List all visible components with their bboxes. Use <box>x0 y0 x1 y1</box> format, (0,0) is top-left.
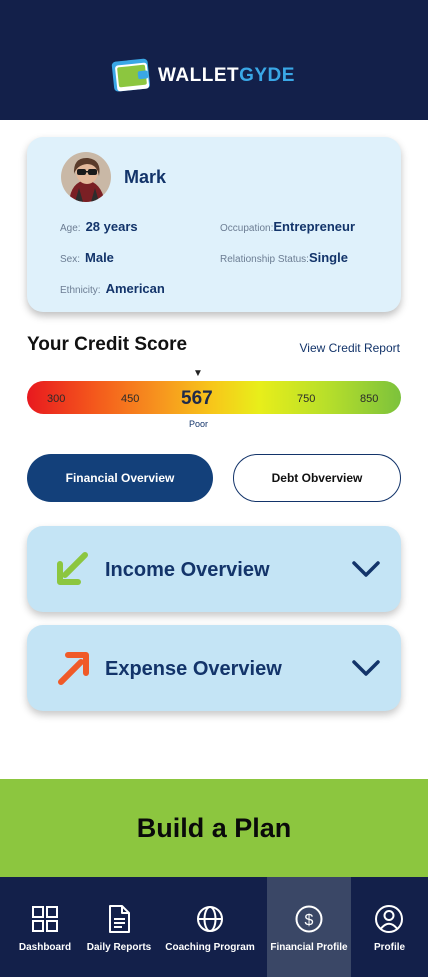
build-plan-button[interactable]: Build a Plan <box>0 779 428 877</box>
ethnicity-field: Ethnicity: American <box>60 281 165 296</box>
document-icon <box>109 905 130 933</box>
income-overview-title: Income Overview <box>105 559 270 581</box>
score-marker-icon: ▼ <box>193 368 203 379</box>
nav-daily-reports[interactable]: Daily Reports <box>80 877 158 977</box>
tick-300: 300 <box>47 393 66 405</box>
ethnicity-value: American <box>105 281 165 296</box>
credit-score-title: Your Credit Score <box>27 334 188 355</box>
logo-text: WALLETGYDE <box>158 65 295 86</box>
wallet-icon <box>111 58 150 92</box>
age-label: Age: <box>60 223 81 234</box>
sex-value: Male <box>85 250 114 265</box>
bottom-nav: Dashboard Daily Reports Coaching Program <box>0 877 428 977</box>
chevron-down-icon[interactable] <box>351 658 381 678</box>
nav-profile-label: Profile <box>373 942 406 953</box>
tick-750: 750 <box>297 393 316 405</box>
sex-label: Sex: <box>60 254 81 265</box>
age-field: Age: 28 years <box>60 219 138 234</box>
credit-rating-label: Poor <box>189 419 209 429</box>
relationship-label: Relationship Status: <box>220 254 309 265</box>
profile-name: Mark <box>124 167 167 187</box>
build-plan-label: Build a Plan <box>136 812 292 843</box>
income-overview-section[interactable]: Income Overview <box>27 526 401 612</box>
arrow-down-left-icon <box>57 552 88 585</box>
credit-score-value: 567 <box>181 388 213 409</box>
dollar-circle-icon: $ <box>295 905 323 933</box>
profile-card: Mark Age: 28 years Occupation: Entrepren… <box>27 137 401 312</box>
arrow-up-right-icon <box>58 652 89 685</box>
relationship-field: Relationship Status: Single <box>220 250 348 265</box>
svg-text:$: $ <box>305 912 314 929</box>
globe-icon <box>197 906 223 932</box>
relationship-value: Single <box>308 250 348 265</box>
nav-financial-profile[interactable]: $ Financial Profile <box>267 877 351 977</box>
occupation-label: Occupation: <box>220 223 274 234</box>
occupation-value: Entrepreneur <box>273 219 356 234</box>
nav-financial-profile-label: Financial Profile <box>270 942 348 953</box>
avatar-photo <box>61 152 111 202</box>
grid-icon <box>32 906 58 932</box>
age-value: 28 years <box>85 219 138 234</box>
view-credit-report-link[interactable]: View Credit Report <box>300 341 401 355</box>
expense-overview-section[interactable]: Expense Overview <box>27 625 401 711</box>
expense-overview-title: Expense Overview <box>105 658 282 680</box>
nav-coaching-label: Coaching Program <box>165 942 255 953</box>
sex-field: Sex: Male <box>60 250 114 265</box>
financial-overview-button[interactable]: Financial Overview <box>27 454 213 502</box>
nav-daily-reports-label: Daily Reports <box>86 942 152 953</box>
credit-score-bar: 300 450 567 750 850 <box>27 381 401 414</box>
ethnicity-label: Ethnicity: <box>60 285 101 296</box>
occupation-field: Occupation: Entrepreneur <box>220 219 355 234</box>
avatar[interactable] <box>61 152 111 202</box>
nav-dashboard[interactable]: Dashboard <box>0 877 90 977</box>
app-screen: WALLETGYDE Mark Age: 28 years Occupation… <box>0 0 428 977</box>
tick-850: 850 <box>360 393 379 405</box>
tick-450: 450 <box>121 393 140 405</box>
nav-coaching-program[interactable]: Coaching Program <box>160 877 260 977</box>
walletgyde-logo: WALLETGYDE <box>110 52 295 100</box>
chevron-down-icon[interactable] <box>351 559 381 579</box>
nav-profile[interactable]: Profile <box>351 877 428 977</box>
debt-overview-button[interactable]: Debt Obverview <box>233 454 401 502</box>
app-header: WALLETGYDE <box>0 0 428 120</box>
nav-dashboard-label: Dashboard <box>18 942 72 953</box>
user-icon <box>375 905 403 933</box>
